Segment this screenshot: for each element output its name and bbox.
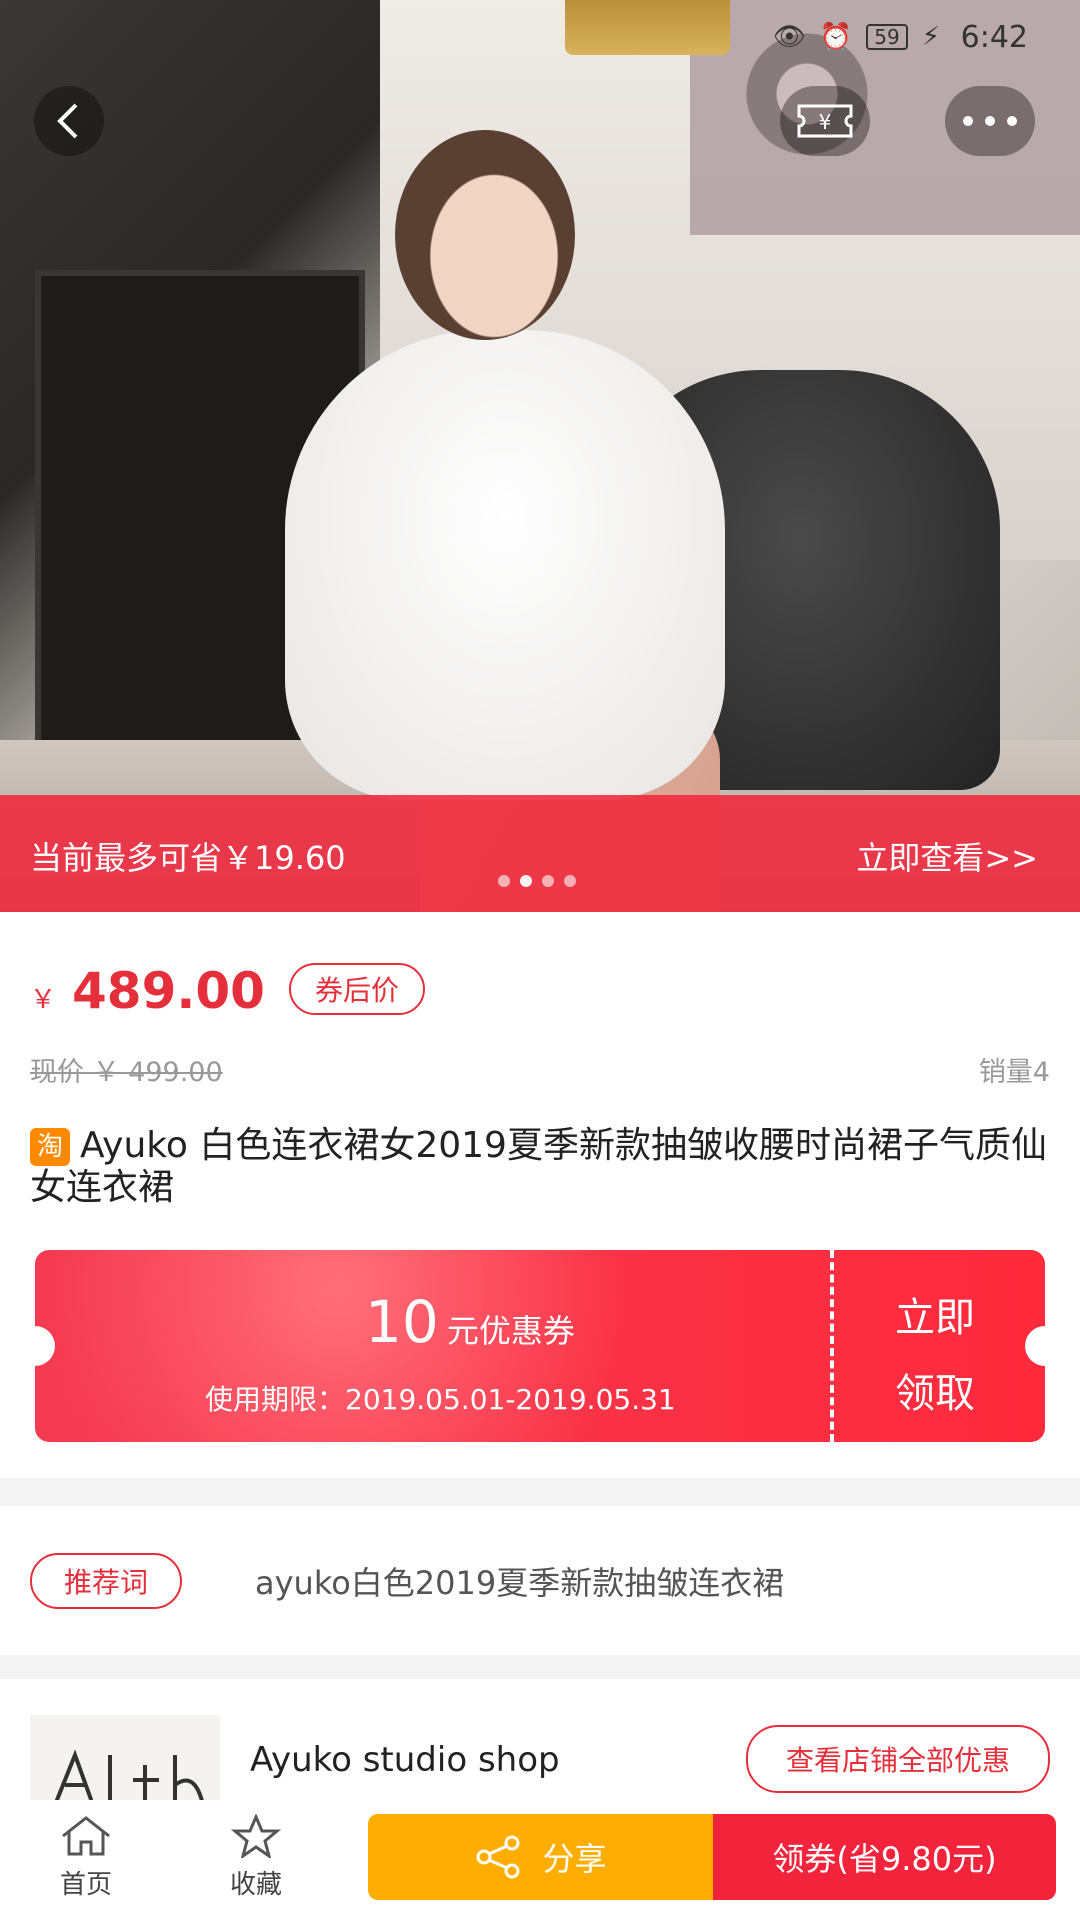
product-title: 淘 Ayuko 白色连衣裙女2019夏季新款抽皱收腰时尚裙子气质仙女连衣裙 xyxy=(30,1125,1060,1209)
section-divider xyxy=(0,1478,1080,1506)
svg-text:¥: ¥ xyxy=(819,110,832,134)
coupon-notch xyxy=(35,1326,55,1366)
original-price: 现价 ￥ 499.00 xyxy=(30,1057,223,1088)
more-button[interactable] xyxy=(945,86,1035,156)
shop-row[interactable]: Ayuko studio shop 查看店铺全部优惠 xyxy=(0,1685,1080,1815)
coupon-price: 489.00 xyxy=(72,962,265,1020)
section-divider xyxy=(0,1655,1080,1679)
claim-coupon-label-1: 立即 xyxy=(895,1295,975,1341)
nav-favorite[interactable]: 收藏 xyxy=(196,1814,316,1901)
claim-coupon-button[interactable]: 立即 领取 xyxy=(855,1280,1015,1432)
coupon-card[interactable]: 10 元优惠券 使用期限：2019.05.01-2019.05.31 立即 领取 xyxy=(35,1250,1045,1442)
carousel-dot xyxy=(564,875,576,887)
status-icons: 👁 ⏰ 59 ⚡ xyxy=(773,22,940,52)
price-row: ￥ 489.00 券后价 xyxy=(30,962,425,1032)
coupon-amount: 10 xyxy=(365,1288,439,1356)
bottom-bar: 首页 收藏 分享 领券(省9.80元) xyxy=(0,1800,1080,1920)
recommend-row: 推荐词 ayuko白色2019夏季新款抽皱连衣裙 xyxy=(0,1510,1080,1652)
alarm-icon: ⏰ xyxy=(819,22,853,52)
coupon-validity: 使用期限：2019.05.01-2019.05.31 xyxy=(205,1383,676,1416)
nav-favorite-label: 收藏 xyxy=(229,1870,282,1900)
coupon-ticket-button[interactable]: ¥ xyxy=(780,86,870,156)
carousel-dot xyxy=(498,875,510,887)
more-dots-icon xyxy=(963,116,1017,126)
claim-coupon-bottom-button[interactable]: 领券(省9.80元) xyxy=(713,1814,1056,1900)
image-dress xyxy=(285,330,725,800)
nav-home-label: 首页 xyxy=(59,1870,112,1900)
carousel-indicator xyxy=(498,875,576,887)
carousel-dot xyxy=(542,875,554,887)
product-image[interactable] xyxy=(0,0,1080,912)
nav-home[interactable]: 首页 xyxy=(26,1814,146,1901)
share-button[interactable]: 分享 xyxy=(368,1814,713,1900)
product-title-text: Ayuko 白色连衣裙女2019夏季新款抽皱收腰时尚裙子气质仙女连衣裙 xyxy=(30,1125,1047,1208)
coupon-amount-group: 10 元优惠券 xyxy=(365,1288,575,1356)
view-now-link[interactable]: 立即查看>> xyxy=(856,833,1038,879)
share-icon xyxy=(476,1835,520,1879)
claim-coupon-label-2: 领取 xyxy=(895,1371,975,1417)
taobao-icon: 淘 xyxy=(30,1128,70,1166)
savings-banner[interactable]: 当前最多可省￥19.60 立即查看>> xyxy=(0,795,1080,912)
shop-all-deals-button[interactable]: 查看店铺全部优惠 xyxy=(745,1725,1050,1793)
claim-label: 领券(省9.80元) xyxy=(772,1840,997,1878)
status-bar: 👁 ⏰ 59 ⚡ 6:42 xyxy=(0,0,1080,80)
savings-text: 当前最多可省￥19.60 xyxy=(30,839,346,877)
shop-name: Ayuko studio shop xyxy=(250,1740,560,1780)
coupon-divider xyxy=(830,1250,834,1442)
home-icon xyxy=(62,1816,110,1856)
back-button[interactable] xyxy=(34,86,104,156)
coupon-notch xyxy=(1025,1326,1045,1366)
eye-icon: 👁 xyxy=(772,22,806,52)
currency-symbol: ￥ xyxy=(30,985,57,1015)
recommend-text[interactable]: ayuko白色2019夏季新款抽皱连衣裙 xyxy=(255,1558,784,1604)
battery-icon: 59 xyxy=(866,24,908,50)
chevron-left-icon xyxy=(57,103,78,139)
ticket-icon: ¥ xyxy=(797,104,853,138)
coupon-unit: 元优惠券 xyxy=(446,1312,575,1350)
after-coupon-badge: 券后价 xyxy=(288,963,425,1015)
recommend-tag: 推荐词 xyxy=(30,1553,183,1609)
image-model-head xyxy=(395,130,575,340)
share-label: 分享 xyxy=(542,1840,607,1878)
sales-count: 销量4 xyxy=(978,1057,1050,1088)
carousel-dot xyxy=(520,875,532,887)
charging-icon: ⚡ xyxy=(921,22,940,52)
status-time: 6:42 xyxy=(960,20,1028,55)
star-icon xyxy=(231,1814,281,1858)
